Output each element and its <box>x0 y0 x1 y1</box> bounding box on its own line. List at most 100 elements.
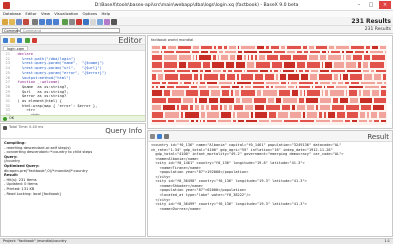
info-toggle-icon[interactable] <box>69 18 75 25</box>
treemap-cell[interactable] <box>221 89 230 97</box>
open-database-icon[interactable] <box>9 18 15 25</box>
treemap-cell[interactable] <box>167 97 182 104</box>
treemap-cell[interactable] <box>332 97 339 104</box>
treemap-cell[interactable] <box>255 61 271 69</box>
treemap-cell[interactable] <box>171 89 185 97</box>
treemap-cell[interactable] <box>236 54 243 61</box>
map-toggle-icon[interactable] <box>76 18 82 25</box>
minimize-button[interactable]: – <box>355 1 363 9</box>
new-database-icon[interactable] <box>2 18 8 25</box>
treemap-cell[interactable] <box>346 111 359 119</box>
save-result-icon[interactable] <box>157 134 162 139</box>
treemap-cell[interactable] <box>289 123 298 125</box>
forward-icon[interactable] <box>46 18 52 25</box>
treemap-cell[interactable] <box>268 111 277 119</box>
treemap-cell[interactable] <box>352 54 363 61</box>
treemap-cell[interactable] <box>219 73 226 81</box>
command-mode-select[interactable]: Command <box>2 27 22 33</box>
treemap-cell[interactable] <box>164 111 180 119</box>
treemap-cell[interactable] <box>298 123 311 125</box>
treemap-cell[interactable] <box>298 97 305 104</box>
treemap-cell[interactable] <box>219 97 235 104</box>
treemap-cell[interactable] <box>345 61 357 69</box>
treemap-cell[interactable] <box>164 73 179 81</box>
treemap-cell[interactable] <box>265 104 281 111</box>
treemap-cell[interactable] <box>220 54 229 61</box>
tab-login-xqm[interactable]: login.xqm <box>3 45 29 51</box>
treemap-cell[interactable] <box>327 54 342 61</box>
maximize-button[interactable]: □ <box>367 1 375 9</box>
treemap-cell[interactable] <box>296 61 306 69</box>
table-toggle-icon[interactable] <box>90 18 96 25</box>
treemap-cell[interactable] <box>334 123 348 125</box>
treemap-cell[interactable] <box>306 61 321 69</box>
treemap-cell[interactable] <box>373 73 382 81</box>
treemap-cell[interactable] <box>280 123 289 125</box>
treemap-cell[interactable] <box>277 111 289 119</box>
treemap-cell[interactable] <box>289 111 302 119</box>
treemap-cell[interactable] <box>283 61 296 69</box>
treemap-cell[interactable] <box>258 54 266 61</box>
close-button[interactable]: × <box>379 1 391 9</box>
treemap-cell[interactable] <box>279 54 292 61</box>
treemap-cell[interactable] <box>241 97 253 104</box>
treemap-cell[interactable] <box>244 104 254 111</box>
treemap-cell[interactable] <box>182 97 194 104</box>
treemap-cell[interactable] <box>187 61 202 69</box>
treemap-cell[interactable] <box>210 89 221 97</box>
treemap-cell[interactable] <box>363 73 373 81</box>
treemap-cell[interactable] <box>225 61 235 69</box>
treemap-cell[interactable] <box>203 73 219 81</box>
treemap-cell[interactable] <box>329 89 345 97</box>
treemap-cell[interactable] <box>201 123 215 125</box>
treemap-cell[interactable] <box>281 104 291 111</box>
treemap-cell[interactable] <box>348 89 358 97</box>
close-database-icon[interactable] <box>23 18 29 25</box>
treemap-cell[interactable] <box>377 123 384 125</box>
folder-toggle-icon[interactable] <box>104 18 110 25</box>
treemap-cell[interactable] <box>151 104 162 111</box>
treemap-cell[interactable] <box>308 54 319 61</box>
treemap-cell[interactable] <box>371 54 386 61</box>
home-icon[interactable] <box>32 18 38 25</box>
explore-toggle-icon[interactable] <box>111 18 117 25</box>
treemap-cell[interactable] <box>235 61 246 69</box>
treemap-cell[interactable] <box>372 104 385 111</box>
treemap-cell[interactable] <box>342 73 349 81</box>
stop-icon[interactable] <box>32 38 37 43</box>
treemap-cell[interactable] <box>151 111 164 119</box>
treemap-cell[interactable] <box>185 89 199 97</box>
treemap-cell[interactable] <box>151 61 163 69</box>
result-text[interactable]: <country id="f0_136" name="Albania" capi… <box>148 142 392 236</box>
treemap-cell[interactable] <box>282 97 298 104</box>
treemap-cell[interactable] <box>184 111 200 119</box>
treemap-cell[interactable] <box>371 89 380 97</box>
treemap-cell[interactable] <box>306 111 318 119</box>
treemap-cell[interactable] <box>349 97 359 104</box>
run-icon[interactable] <box>25 38 30 43</box>
treemap-view[interactable] <box>151 45 387 125</box>
treemap-cell[interactable] <box>306 89 321 97</box>
treemap-cell[interactable] <box>151 54 163 61</box>
treemap-cell[interactable] <box>362 89 371 97</box>
treemap-cell[interactable] <box>163 61 178 69</box>
treemap-cell[interactable] <box>151 89 163 97</box>
treemap-cell[interactable] <box>357 123 373 125</box>
treemap-cell[interactable] <box>319 97 332 104</box>
treemap-cell[interactable] <box>271 61 283 69</box>
treemap-cell[interactable] <box>210 104 219 111</box>
treemap-cell[interactable] <box>254 111 268 119</box>
treemap-cell[interactable] <box>206 111 220 119</box>
treemap-cell[interactable] <box>309 73 318 81</box>
treemap-cell[interactable] <box>180 104 189 111</box>
treemap-cell[interactable] <box>369 61 385 69</box>
open-file-icon[interactable] <box>10 38 15 43</box>
treemap-cell[interactable] <box>278 89 291 97</box>
treemap-cell[interactable] <box>163 89 171 97</box>
treemap-cell[interactable] <box>292 54 308 61</box>
treemap-cell[interactable] <box>266 54 279 61</box>
treemap-cell[interactable] <box>385 61 387 69</box>
save-file-icon[interactable] <box>17 38 22 43</box>
treemap-cell[interactable] <box>385 104 387 111</box>
treemap-cell[interactable] <box>226 73 236 81</box>
